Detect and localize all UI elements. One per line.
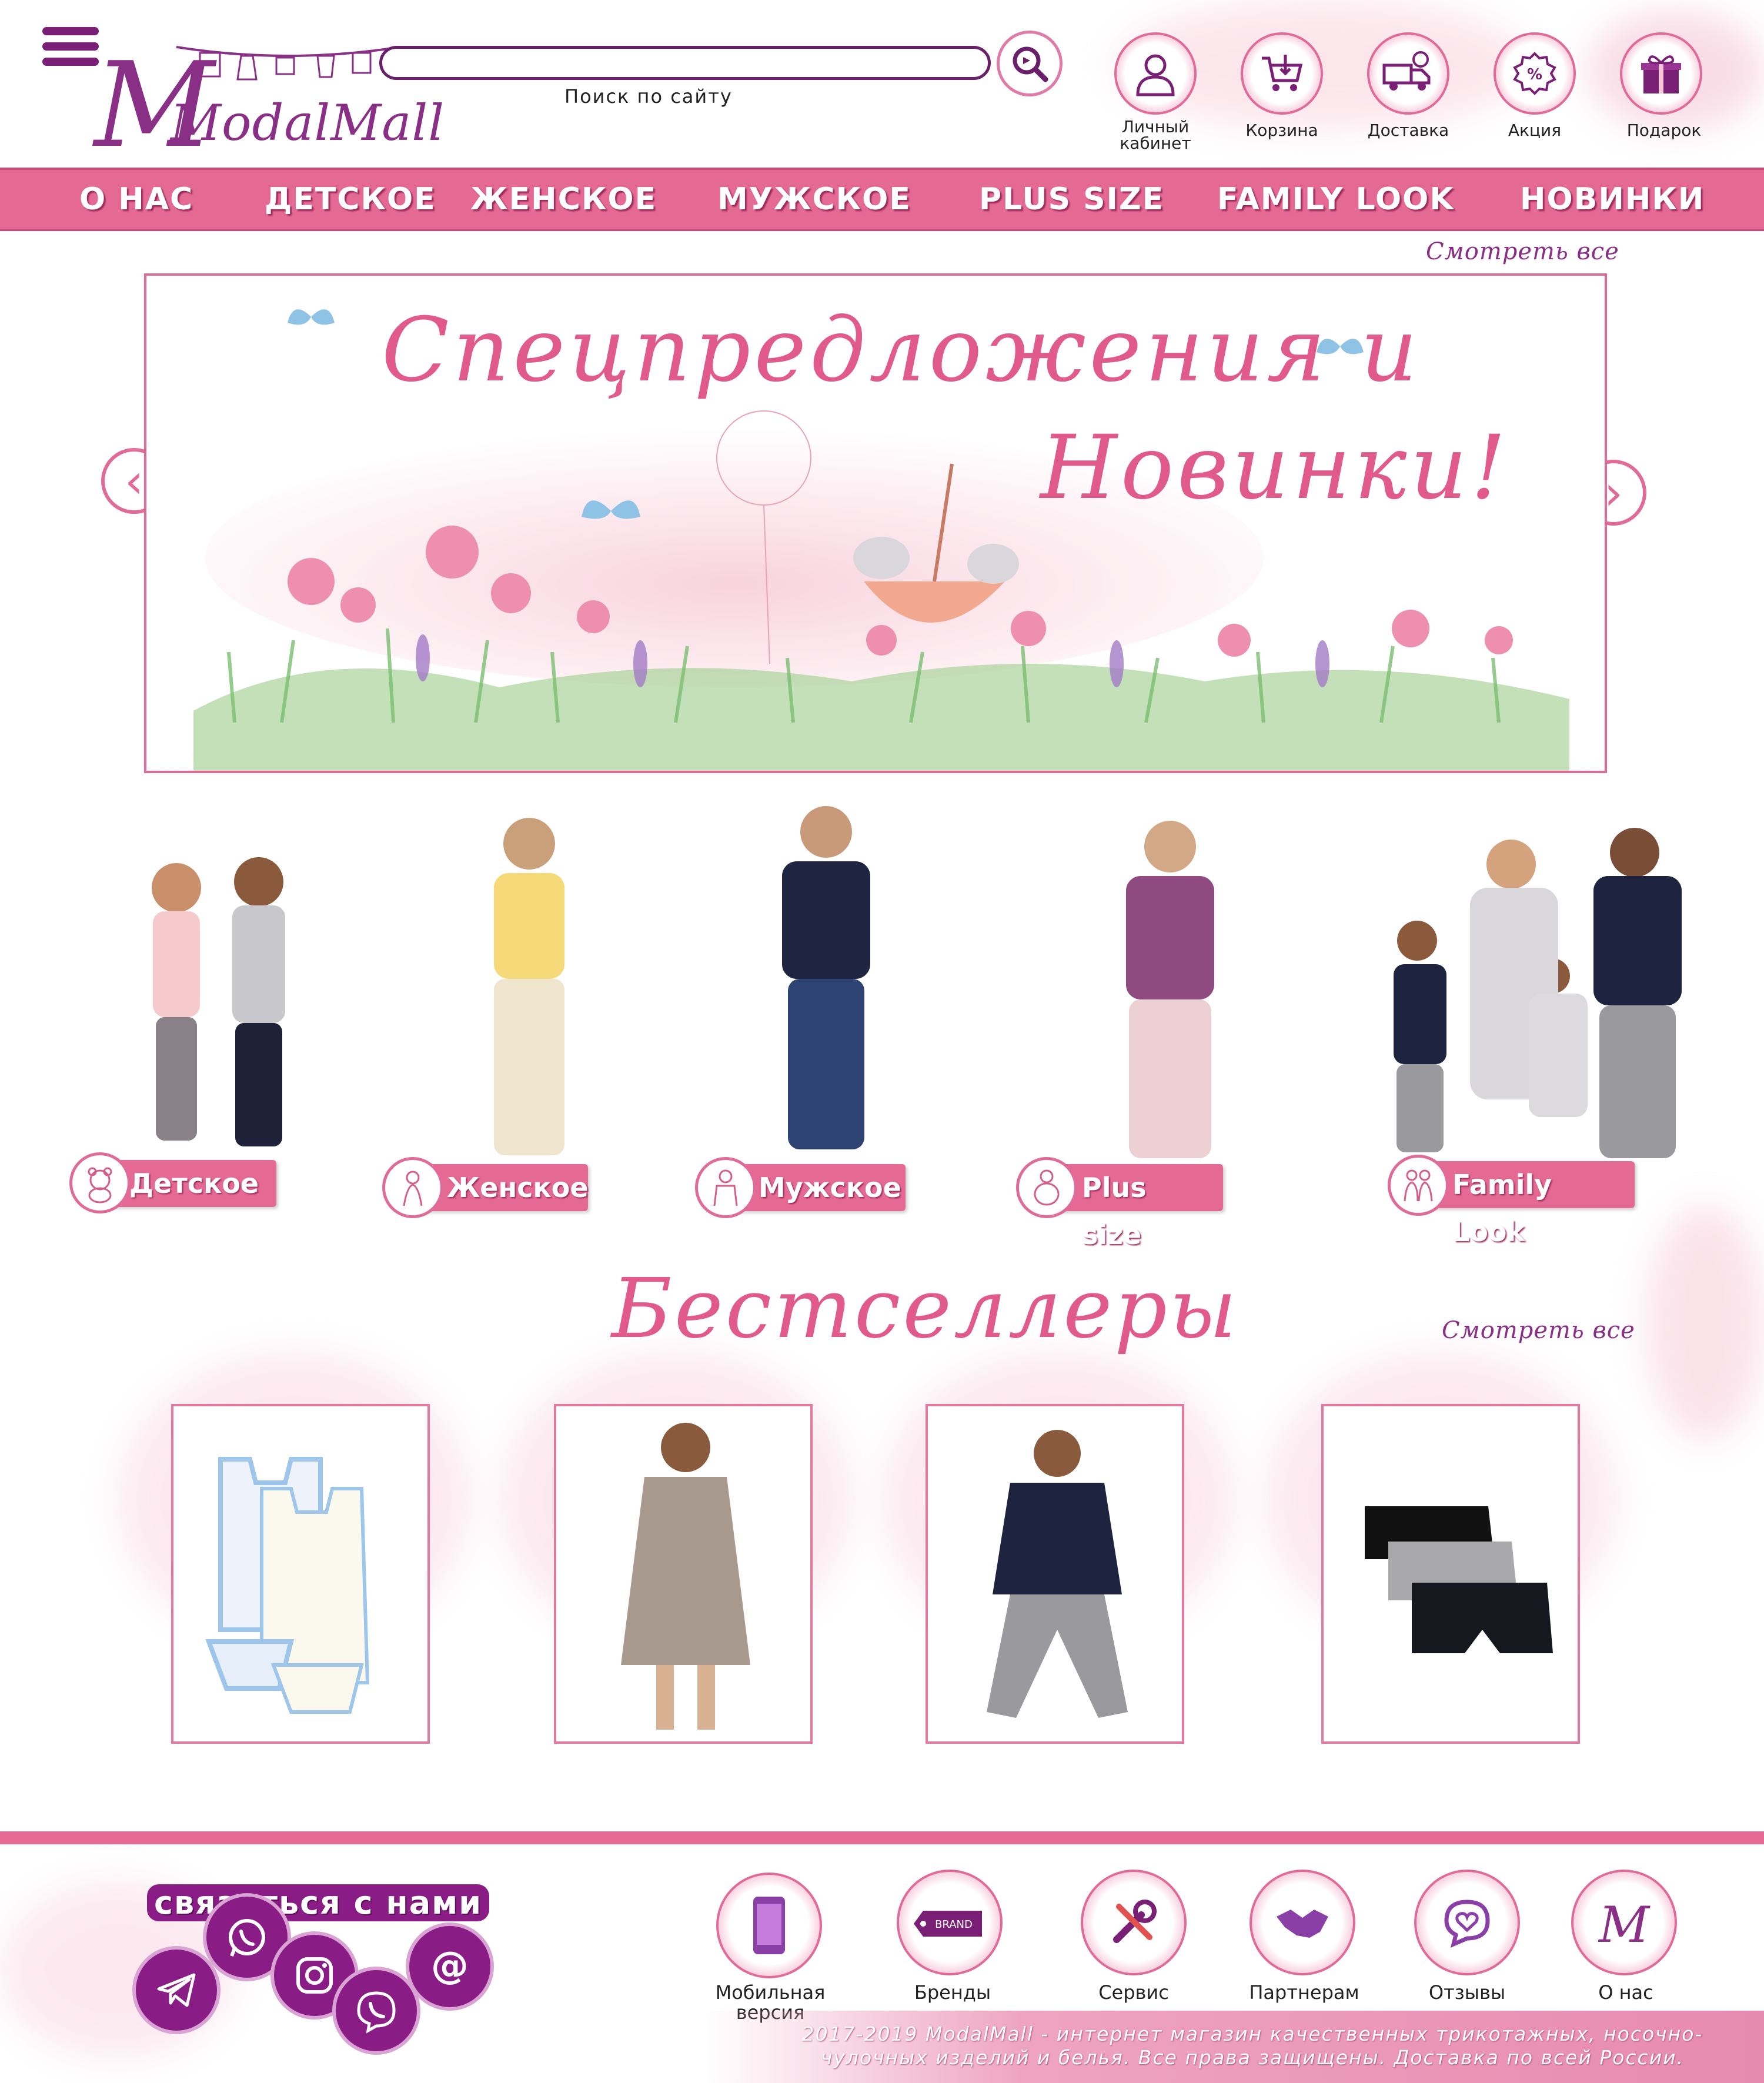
main-nav: О НАС ДЕТСКОЕ ЖЕНСКОЕ МУЖСКОЕ PLUS SIZE …: [0, 168, 1764, 231]
telegram-icon: [157, 1973, 196, 2007]
partners-label: Партнерам: [1249, 1981, 1359, 2004]
category-family-look-badge: [1388, 1155, 1449, 1216]
whatsapp-icon: [229, 1919, 265, 1957]
cart-label: Корзина: [1245, 121, 1318, 140]
category-family-look-photo[interactable]: [1347, 823, 1699, 1176]
banner-title-line1: Спецпредложения и: [382, 299, 1421, 402]
bestsellers-title: Бестселлеры: [612, 1261, 1239, 1357]
svg-text:%: %: [1527, 66, 1542, 83]
service-label: Сервис: [1098, 1981, 1169, 2004]
reviews-label: Отзывы: [1428, 1981, 1506, 2004]
category-women-badge: [382, 1157, 443, 1218]
promo-label: Акция: [1508, 121, 1562, 140]
category-kids-photo[interactable]: [123, 847, 312, 1158]
chat-heart-icon: [1444, 1900, 1490, 1948]
nav-family-look[interactable]: FAMILY LOOK: [1217, 170, 1455, 229]
search-button[interactable]: [997, 31, 1063, 96]
nav-women[interactable]: ЖЕНСКОЕ: [470, 170, 657, 229]
product-image-boys-pajamas: [987, 1430, 1128, 1718]
cart-icon: [1262, 55, 1303, 91]
logo-m-letter: M: [1598, 1896, 1651, 1954]
logo-m-icon: M: [1598, 1896, 1651, 1954]
site-logo[interactable]: M ModalMall: [47, 24, 444, 165]
product-card[interactable]: [1321, 1404, 1580, 1744]
promo-button[interactable]: %: [1494, 32, 1576, 115]
gift-icon: [1641, 55, 1681, 93]
nav-about[interactable]: О НАС: [79, 170, 193, 229]
account-button[interactable]: [1114, 32, 1197, 115]
gift-label: Подарок: [1626, 121, 1702, 140]
plus-size-silhouette-icon: [1034, 1169, 1060, 1206]
category-men-badge: [695, 1157, 756, 1218]
search-caption: Поиск по сайту: [564, 85, 733, 108]
product-image-nightgown: [621, 1423, 750, 1730]
brand-tag-icon: BRAND: [914, 1911, 982, 1937]
banner-see-all-link[interactable]: Смотреть все: [1426, 238, 1619, 265]
product-card[interactable]: [926, 1404, 1184, 1744]
gift-button[interactable]: [1620, 32, 1702, 115]
account-label: Личный кабинет: [1120, 117, 1191, 153]
viber-icon: [357, 1991, 396, 2034]
brands-button[interactable]: BRAND: [897, 1870, 1003, 1975]
discount-icon: %: [1513, 52, 1556, 95]
man-silhouette-icon: [713, 1169, 738, 1206]
woman-silhouette-icon: [403, 1171, 423, 1206]
nav-kids[interactable]: ДЕТСКОЕ: [265, 170, 436, 229]
copyright-text: 2017-2019 ModalMall - интернет магазин к…: [801, 2022, 1703, 2069]
category-women-photo[interactable]: [459, 803, 600, 1167]
promo-banner[interactable]: Спецпредложения и Новинки!: [144, 273, 1607, 773]
user-icon: [1136, 54, 1175, 96]
mobile-version-button[interactable]: [716, 1873, 822, 1978]
nav-plus-size[interactable]: PLUS SIZE: [979, 170, 1164, 229]
bestsellers-see-all-link[interactable]: Смотреть все: [1442, 1317, 1635, 1344]
handshake-icon: [1277, 1910, 1328, 1938]
service-button[interactable]: [1081, 1870, 1187, 1975]
footer-divider: [0, 1831, 1764, 1844]
about-us-footer-button[interactable]: M: [1571, 1870, 1677, 1975]
brands-label: Бренды: [914, 1981, 991, 2004]
search-icon: [1013, 46, 1048, 82]
partners-button[interactable]: [1250, 1870, 1355, 1975]
nav-men[interactable]: МУЖСКОЕ: [717, 170, 911, 229]
watercolor-decoration: [1646, 1205, 1764, 1440]
family-silhouette-icon: [1404, 1169, 1433, 1202]
category-plus-size-badge: [1016, 1157, 1077, 1218]
reviews-button[interactable]: [1414, 1870, 1520, 1975]
banner-title-line2: Новинки!: [1040, 417, 1510, 519]
telegram-button[interactable]: [132, 1946, 220, 2034]
contact-us-title: связаться с нами: [147, 1884, 490, 1921]
product-image-girls-underwear-set: [205, 1457, 370, 1714]
brand-tag-text: BRAND: [935, 1918, 973, 1931]
truck-icon: [1382, 51, 1431, 91]
svg-text:@: @: [431, 1944, 469, 1988]
delivery-label: Доставка: [1367, 121, 1449, 140]
category-plus-size-photo[interactable]: [1094, 811, 1247, 1164]
product-card[interactable]: [171, 1404, 430, 1744]
phone-icon: [753, 1897, 785, 1954]
instagram-icon: [296, 1957, 333, 1994]
delivery-button[interactable]: [1367, 32, 1449, 115]
email-icon: @: [431, 1944, 469, 1988]
email-button[interactable]: @: [406, 1922, 494, 2011]
nav-new[interactable]: НОВИНКИ: [1520, 170, 1705, 229]
cart-button[interactable]: [1241, 32, 1323, 115]
category-men-photo[interactable]: [756, 797, 897, 1161]
teddy-bear-icon: [88, 1167, 112, 1203]
tools-icon: [1113, 1900, 1157, 1943]
logo-text: ModalMall: [171, 94, 445, 152]
product-card[interactable]: [554, 1404, 813, 1744]
about-us-footer-label: О нас: [1598, 1981, 1653, 2004]
product-image-boxer-briefs: [1365, 1506, 1553, 1653]
search-input[interactable]: [379, 46, 991, 80]
category-kids-badge: [69, 1152, 131, 1213]
